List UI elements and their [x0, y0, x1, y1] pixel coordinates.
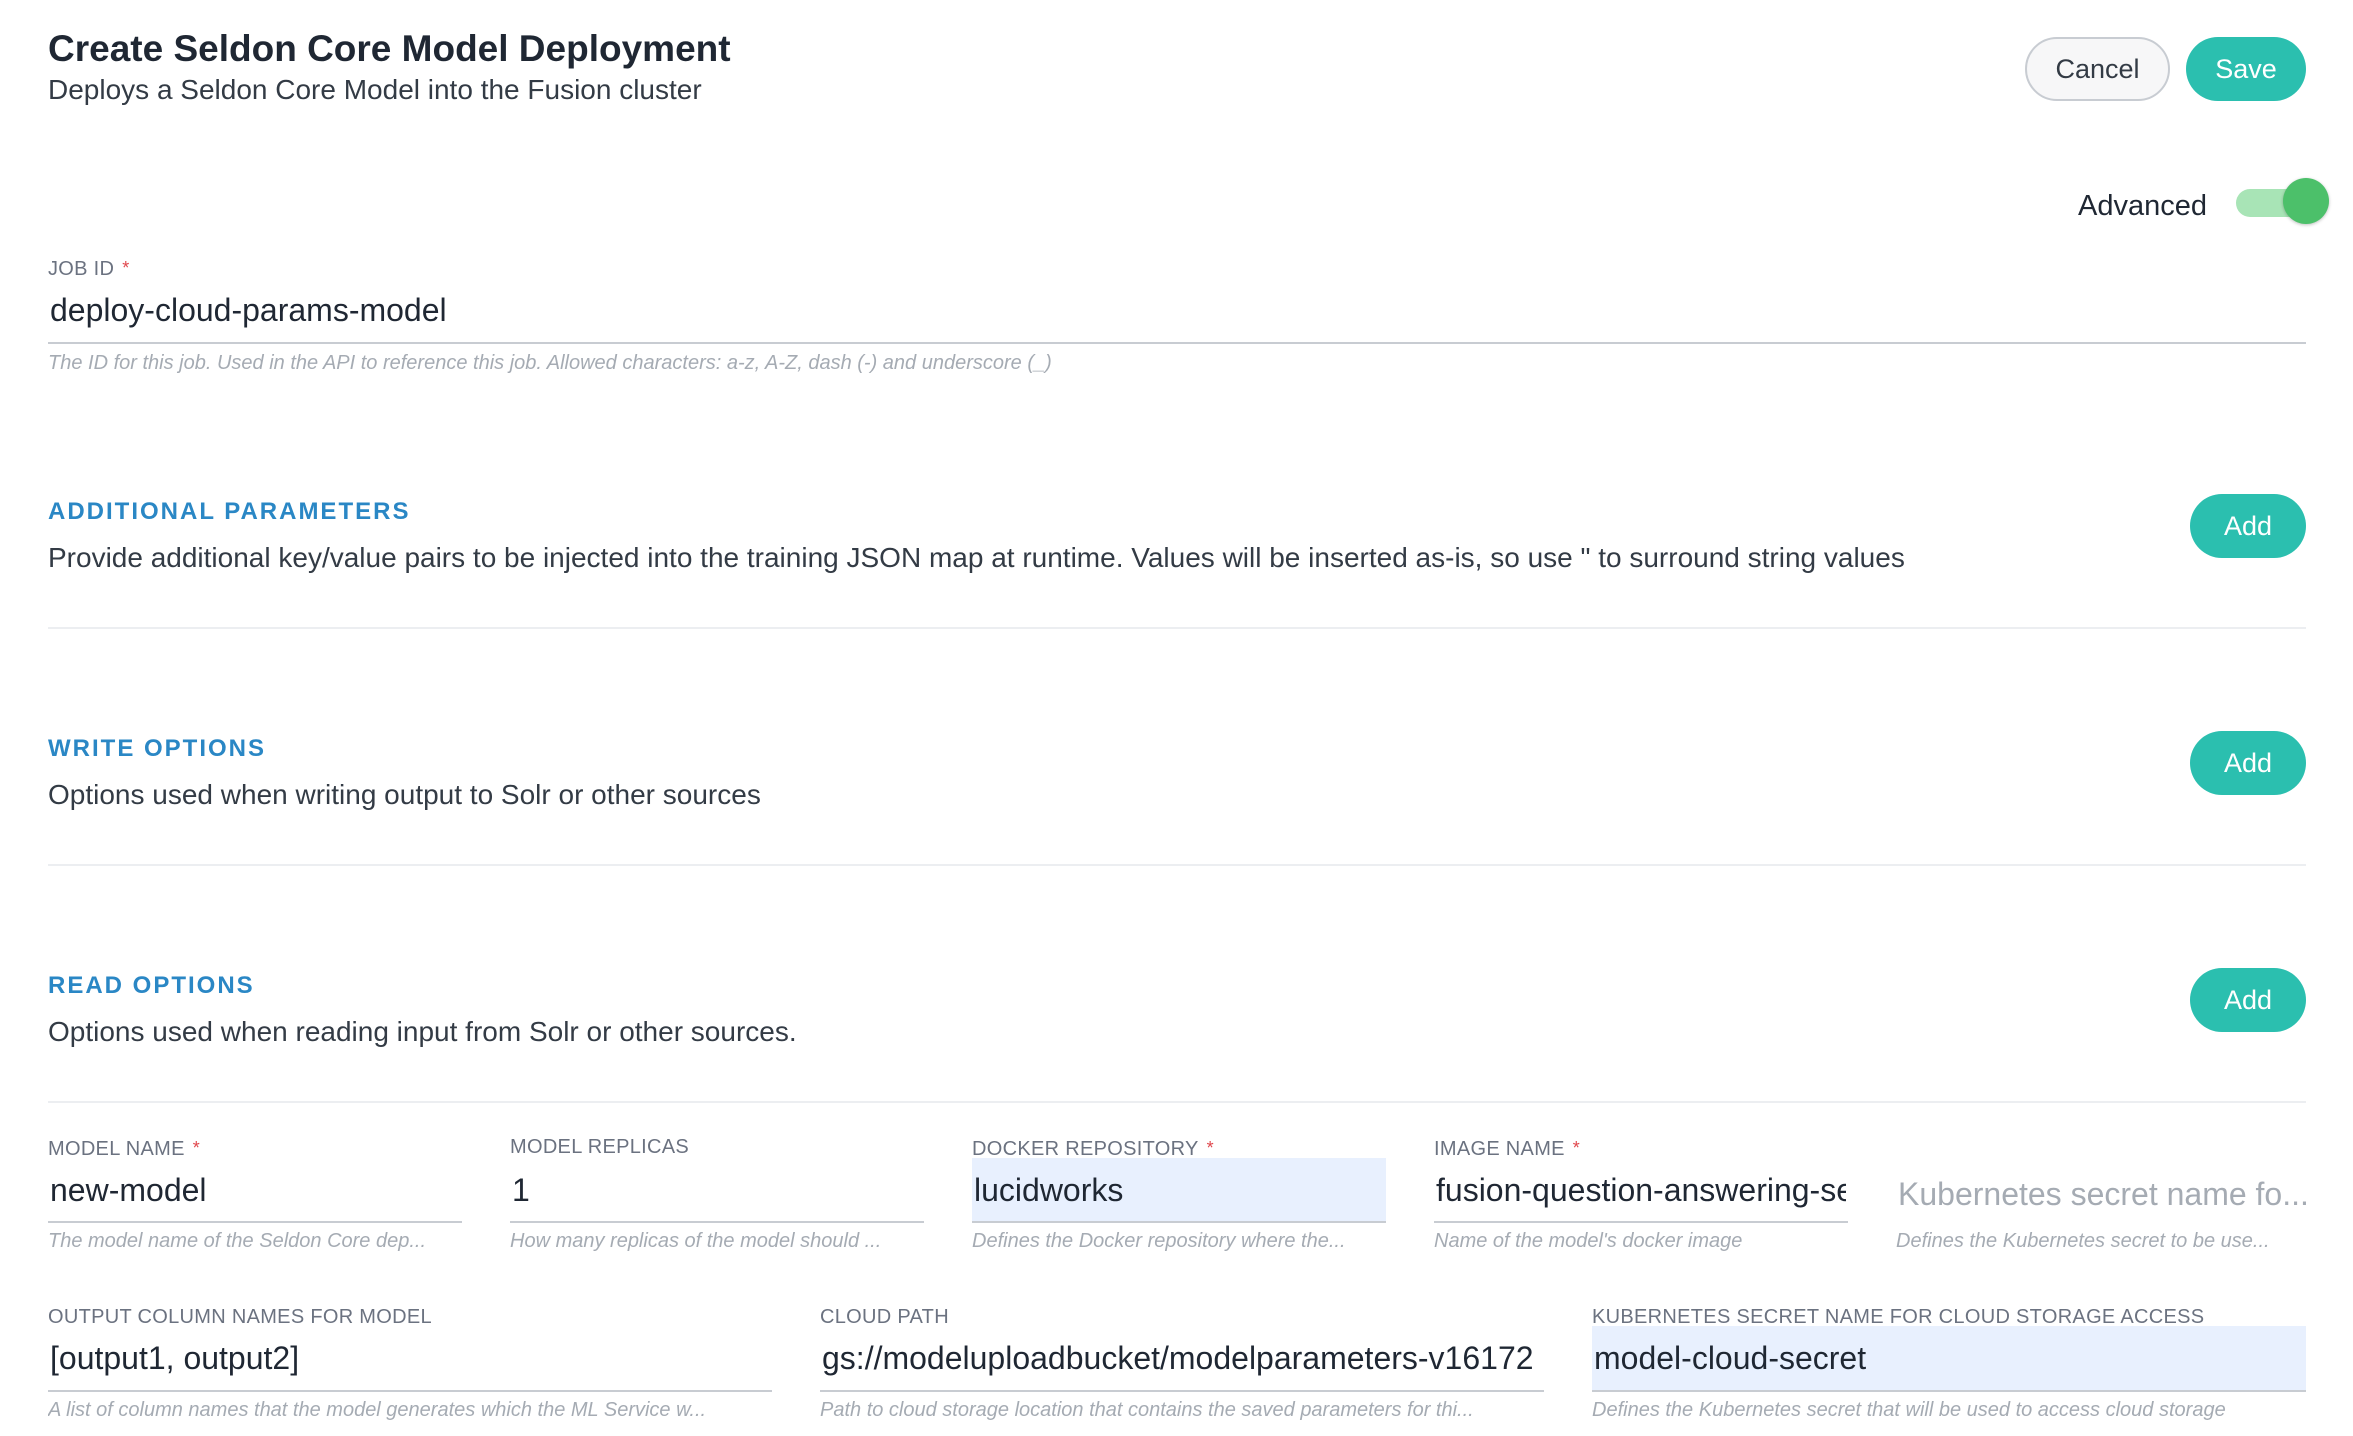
advanced-toggle-knob[interactable]: [2283, 178, 2329, 224]
docker-repository-label: DOCKER REPOSITORY *: [972, 1138, 1214, 1160]
advanced-label: Advanced: [2078, 190, 2207, 222]
docker-repository-underline: [972, 1221, 1386, 1223]
job-id-underline: [48, 342, 2306, 344]
cloud-path-underline: [820, 1390, 1544, 1392]
required-marker: *: [1206, 1138, 1214, 1158]
kubernetes-secret-help: Defines the Kubernetes secret to be use.…: [1896, 1230, 2270, 1252]
additional-parameters-title: ADDITIONAL PARAMETERS: [48, 498, 411, 525]
add-read-option-button[interactable]: Add: [2190, 968, 2306, 1032]
section-divider: [48, 864, 2306, 866]
job-id-help: The ID for this job. Used in the API to …: [48, 352, 1052, 374]
image-name-help: Name of the model's docker image: [1434, 1230, 1743, 1252]
required-marker: *: [1572, 1138, 1581, 1158]
cloud-secret-help: Defines the Kubernetes secret that will …: [1592, 1399, 2226, 1421]
cancel-button[interactable]: Cancel: [2025, 37, 2170, 101]
kubernetes-secret-input[interactable]: Kubernetes secret name fo...: [1898, 1176, 2306, 1213]
write-options-description: Options used when writing output to Solr…: [48, 779, 761, 810]
read-options-title: READ OPTIONS: [48, 972, 255, 999]
image-name-underline: [1434, 1221, 1848, 1223]
model-replicas-label: MODEL REPLICAS: [510, 1136, 690, 1158]
job-id-label: JOB ID *: [48, 258, 130, 280]
cloud-path-input[interactable]: gs://modeluploadbucket/modelparameters-v…: [822, 1340, 1542, 1377]
model-name-label: MODEL NAME *: [48, 1138, 201, 1160]
model-replicas-underline: [510, 1221, 924, 1223]
cloud-secret-label: KUBERNETES SECRET NAME FOR CLOUD STORAGE…: [1592, 1306, 2205, 1328]
image-name-label: IMAGE NAME *: [1434, 1138, 1581, 1160]
model-replicas-input[interactable]: 1: [512, 1172, 922, 1209]
output-column-names-underline: [48, 1390, 772, 1392]
output-column-names-input[interactable]: [output1, output2]: [50, 1340, 770, 1377]
section-divider: [48, 627, 2306, 629]
read-options-description: Options used when reading input from Sol…: [48, 1016, 797, 1047]
image-name-input[interactable]: fusion-question-answering-se: [1436, 1172, 1846, 1209]
section-divider: [48, 1101, 2306, 1103]
cloud-path-help: Path to cloud storage location that cont…: [820, 1399, 1474, 1421]
output-column-names-help: A list of column names that the model ge…: [48, 1399, 707, 1421]
write-options-title: WRITE OPTIONS: [48, 735, 266, 762]
create-deployment-page: Create Seldon Core Model Deployment Depl…: [0, 0, 2353, 1436]
output-column-names-label: OUTPUT COLUMN NAMES FOR MODEL: [48, 1306, 432, 1328]
required-marker: *: [192, 1138, 201, 1158]
model-name-underline: [48, 1221, 462, 1223]
page-subtitle: Deploys a Seldon Core Model into the Fus…: [48, 74, 702, 105]
model-replicas-help: How many replicas of the model should ..…: [510, 1230, 882, 1252]
cloud-path-label: CLOUD PATH: [820, 1306, 949, 1328]
page-title: Create Seldon Core Model Deployment: [48, 28, 731, 69]
add-additional-parameter-button[interactable]: Add: [2190, 494, 2306, 558]
add-write-option-button[interactable]: Add: [2190, 731, 2306, 795]
cloud-secret-underline: [1592, 1390, 2306, 1392]
docker-repository-help: Defines the Docker repository where the.…: [972, 1230, 1346, 1252]
required-marker: *: [122, 258, 130, 278]
save-button[interactable]: Save: [2186, 37, 2306, 101]
additional-parameters-description: Provide additional key/value pairs to be…: [48, 542, 1905, 573]
model-name-input[interactable]: new-model: [50, 1172, 460, 1209]
job-id-input[interactable]: deploy-cloud-params-model: [50, 292, 2300, 329]
cloud-secret-input[interactable]: model-cloud-secret: [1594, 1340, 2304, 1377]
docker-repository-input[interactable]: lucidworks: [974, 1172, 1384, 1209]
model-name-help: The model name of the Seldon Core dep...: [48, 1230, 427, 1252]
